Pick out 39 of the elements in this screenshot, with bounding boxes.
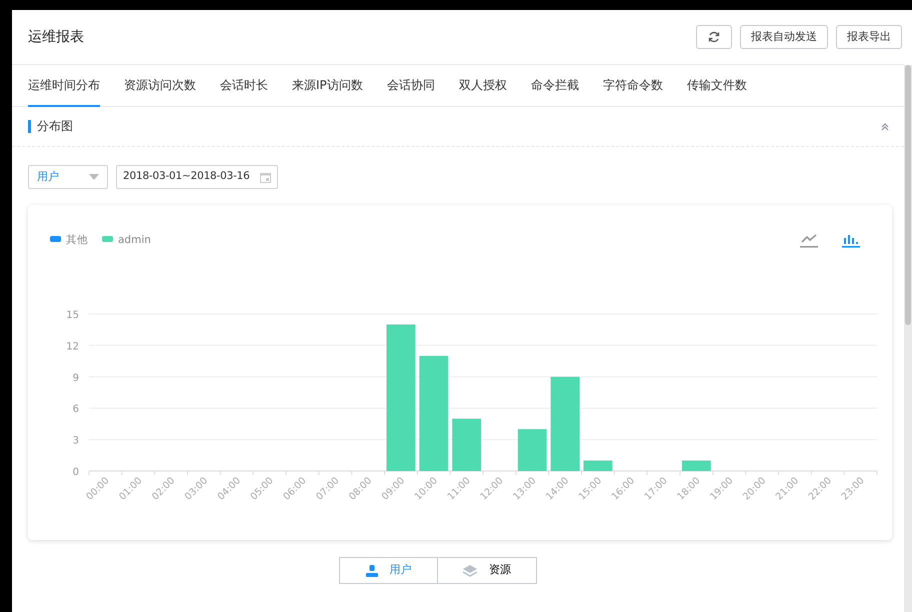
line-chart-icon[interactable] — [800, 234, 818, 248]
calendar-icon — [260, 172, 271, 182]
tab[interactable]: 字符命令数 — [602, 64, 663, 106]
legend-label: 其他 — [66, 233, 88, 246]
caret-icon — [89, 174, 99, 180]
page-title: 运维报表 — [28, 28, 84, 46]
tab[interactable]: 会话协同 — [386, 64, 435, 106]
tab[interactable]: 资源访问次数 — [124, 64, 196, 106]
export-button[interactable]: 报表导出 — [836, 25, 902, 49]
bar — [452, 418, 481, 471]
y-tick-label: 3 — [72, 436, 79, 447]
tab[interactable]: 运维时间分布 — [28, 64, 100, 106]
collapse-icon[interactable] — [880, 122, 890, 132]
tab[interactable]: 双人授权 — [458, 64, 507, 106]
person-icon — [366, 564, 378, 576]
legend-item[interactable]: 其他 — [50, 234, 88, 246]
legend-item[interactable]: admin — [102, 234, 151, 246]
tab[interactable]: 命令拦截 — [530, 64, 579, 106]
scrollbar[interactable] — [904, 65, 912, 612]
bar — [584, 460, 612, 471]
tab[interactable]: 传输文件数 — [686, 64, 747, 106]
resource-toggle[interactable]: 资源 — [438, 557, 537, 584]
y-tick-label: 6 — [72, 404, 79, 416]
bar — [682, 460, 711, 471]
legend-label: admin — [118, 234, 151, 246]
layers-icon — [463, 564, 477, 576]
bar-chart-icon[interactable] — [842, 235, 860, 248]
refresh-icon — [708, 30, 720, 43]
tab[interactable]: 来源IP访问数 — [292, 64, 363, 106]
y-tick-label: 12 — [66, 341, 79, 352]
bar — [518, 429, 547, 471]
y-tick-label: 0 — [72, 467, 79, 478]
tab[interactable]: 会话时长 — [220, 64, 268, 106]
section-title: 分布图 — [28, 120, 73, 133]
auto-send-button[interactable]: 报表自动发送 — [740, 25, 828, 49]
date-range-field[interactable]: 2018-03-01~2018-03-16 — [116, 165, 278, 189]
refresh-button[interactable] — [696, 25, 732, 49]
y-tick-label: 9 — [72, 372, 79, 384]
y-tick-label: 15 — [66, 310, 79, 321]
